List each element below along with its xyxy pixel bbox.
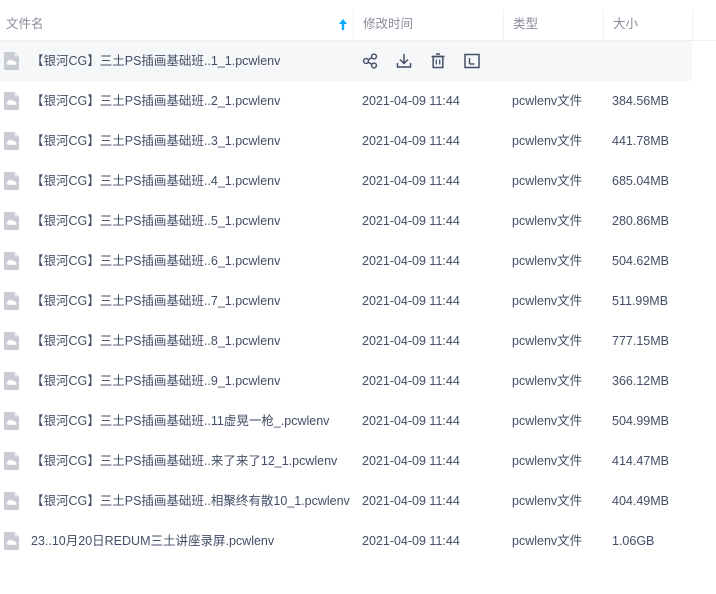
cloud-file-icon (4, 52, 19, 70)
file-size: 366.12MB (612, 374, 669, 388)
file-name[interactable]: 【银河CG】三土PS插画基础班..11虚晃一枪_.pcwlenv (31, 401, 329, 441)
cloud-file-icon (4, 452, 19, 470)
cloud-file-icon (4, 412, 19, 430)
cloud-file-icon (4, 132, 19, 150)
file-row[interactable]: 23..10月20日REDUM三土讲座录屏.pcwlenv 2021-04-09… (0, 521, 692, 561)
file-name[interactable]: 【银河CG】三土PS插画基础班..7_1.pcwlenv (31, 281, 280, 321)
download-icon[interactable] (394, 51, 414, 71)
file-modified-time: 2021-04-09 11:44 (362, 334, 460, 348)
sort-ascending-icon[interactable] (338, 18, 348, 31)
file-modified-time: 2021-04-09 11:44 (362, 414, 460, 428)
cloud-file-icon (4, 332, 19, 350)
file-type: pcwlenv文件 (512, 94, 583, 108)
file-size: 504.62MB (612, 254, 669, 268)
file-type: pcwlenv文件 (512, 414, 583, 428)
file-row[interactable]: 【银河CG】三土PS插画基础班..1_1.pcwlenv (0, 41, 692, 81)
file-name[interactable]: 【银河CG】三土PS插画基础班..3_1.pcwlenv (31, 121, 280, 161)
file-type: pcwlenv文件 (512, 214, 583, 228)
file-size: 404.49MB (612, 494, 669, 508)
column-header-time[interactable]: 修改时间 (353, 9, 503, 40)
file-list: 【银河CG】三土PS插画基础班..1_1.pcwlenv 【银河CG】三土PS插… (0, 41, 716, 561)
column-header-size[interactable]: 大小 (603, 9, 693, 40)
file-size: 280.86MB (612, 214, 669, 228)
file-modified-time: 2021-04-09 11:44 (362, 174, 460, 188)
file-type: pcwlenv文件 (512, 254, 583, 268)
file-name[interactable]: 【银河CG】三土PS插画基础班..1_1.pcwlenv (31, 41, 280, 81)
file-row[interactable]: 【银河CG】三土PS插画基础班..9_1.pcwlenv 2021-04-09 … (0, 361, 692, 401)
file-type: pcwlenv文件 (512, 494, 583, 508)
file-type: pcwlenv文件 (512, 454, 583, 468)
file-name[interactable]: 【银河CG】三土PS插画基础班..来了来了12_1.pcwlenv (31, 441, 337, 481)
file-size: 414.47MB (612, 454, 669, 468)
file-modified-time: 2021-04-09 11:44 (362, 494, 460, 508)
cloud-file-icon (4, 252, 19, 270)
file-name[interactable]: 【银河CG】三土PS插画基础班..4_1.pcwlenv (31, 161, 280, 201)
file-modified-time: 2021-04-09 11:44 (362, 534, 460, 548)
file-name[interactable]: 【银河CG】三土PS插画基础班..相聚终有散10_1.pcwlenv (31, 481, 350, 521)
column-header-type[interactable]: 类型 (503, 9, 603, 40)
file-modified-time: 2021-04-09 11:44 (362, 294, 460, 308)
file-modified-time: 2021-04-09 11:44 (362, 454, 460, 468)
file-type: pcwlenv文件 (512, 334, 583, 348)
file-size: 685.04MB (612, 174, 669, 188)
file-size: 777.15MB (612, 334, 669, 348)
cloud-file-icon (4, 532, 19, 550)
file-type: pcwlenv文件 (512, 134, 583, 148)
file-row[interactable]: 【银河CG】三土PS插画基础班..相聚终有散10_1.pcwlenv 2021-… (0, 481, 692, 521)
file-type: pcwlenv文件 (512, 174, 583, 188)
cloud-file-icon (4, 492, 19, 510)
delete-icon[interactable] (428, 51, 448, 71)
rename-icon[interactable] (462, 51, 482, 71)
file-type: pcwlenv文件 (512, 294, 583, 308)
file-name[interactable]: 【银河CG】三土PS插画基础班..2_1.pcwlenv (31, 81, 280, 121)
file-modified-time: 2021-04-09 11:44 (362, 94, 460, 108)
file-name[interactable]: 【银河CG】三土PS插画基础班..9_1.pcwlenv (31, 361, 280, 401)
cloud-file-icon (4, 372, 19, 390)
file-row[interactable]: 【银河CG】三土PS插画基础班..2_1.pcwlenv 2021-04-09 … (0, 81, 692, 121)
file-name[interactable]: 【银河CG】三土PS插画基础班..5_1.pcwlenv (31, 201, 280, 241)
file-list-header: 文件名 修改时间 类型 大小 (0, 9, 716, 41)
file-size: 504.99MB (612, 414, 669, 428)
file-row[interactable]: 【银河CG】三土PS插画基础班..7_1.pcwlenv 2021-04-09 … (0, 281, 692, 321)
file-modified-time: 2021-04-09 11:44 (362, 214, 460, 228)
file-row[interactable]: 【银河CG】三土PS插画基础班..3_1.pcwlenv 2021-04-09 … (0, 121, 692, 161)
file-type: pcwlenv文件 (512, 534, 583, 548)
file-modified-time: 2021-04-09 11:44 (362, 374, 460, 388)
file-row[interactable]: 【银河CG】三土PS插画基础班..8_1.pcwlenv 2021-04-09 … (0, 321, 692, 361)
file-name[interactable]: 23..10月20日REDUM三土讲座录屏.pcwlenv (31, 521, 274, 561)
share-icon[interactable] (360, 51, 380, 71)
file-modified-time: 2021-04-09 11:44 (362, 134, 460, 148)
file-row[interactable]: 【银河CG】三土PS插画基础班..5_1.pcwlenv 2021-04-09 … (0, 201, 692, 241)
column-header-name[interactable]: 文件名 (6, 9, 351, 40)
cloud-file-icon (4, 92, 19, 110)
file-row[interactable]: 【银河CG】三土PS插画基础班..6_1.pcwlenv 2021-04-09 … (0, 241, 692, 281)
cloud-file-icon (4, 292, 19, 310)
file-row[interactable]: 【银河CG】三土PS插画基础班..11虚晃一枪_.pcwlenv 2021-04… (0, 401, 692, 441)
file-size: 1.06GB (612, 534, 655, 548)
file-size: 384.56MB (612, 94, 669, 108)
file-name[interactable]: 【银河CG】三土PS插画基础班..8_1.pcwlenv (31, 321, 280, 361)
file-name[interactable]: 【银河CG】三土PS插画基础班..6_1.pcwlenv (31, 241, 280, 281)
file-size: 441.78MB (612, 134, 669, 148)
cloud-file-icon (4, 212, 19, 230)
file-row[interactable]: 【银河CG】三土PS插画基础班..来了来了12_1.pcwlenv 2021-0… (0, 441, 692, 481)
file-size: 511.99MB (612, 294, 669, 308)
cloud-file-icon (4, 172, 19, 190)
file-row[interactable]: 【银河CG】三土PS插画基础班..4_1.pcwlenv 2021-04-09 … (0, 161, 692, 201)
file-type: pcwlenv文件 (512, 374, 583, 388)
file-modified-time: 2021-04-09 11:44 (362, 254, 460, 268)
